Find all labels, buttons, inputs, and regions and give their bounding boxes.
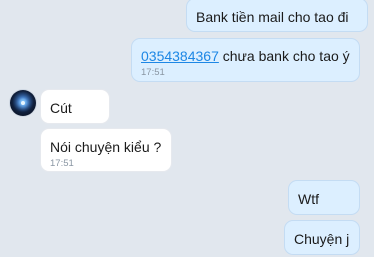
message-text: Wtf: [298, 191, 319, 207]
message-timestamp: 17:51: [141, 67, 165, 78]
message-text: chưa bank cho tao ý: [218, 48, 350, 64]
message-bubble-outgoing[interactable]: 0354384367 chưa bank cho tao ý 17:51: [131, 38, 360, 82]
message-text: Nói chuyện kiểu ?: [50, 139, 162, 155]
message-bubble-incoming[interactable]: Nói chuyện kiểu ? 17:51: [40, 128, 172, 172]
phone-number-link[interactable]: 0354384367: [141, 48, 219, 64]
avatar-glow: [21, 101, 25, 105]
message-text: Chuyện j: [294, 231, 350, 247]
message-bubble-outgoing[interactable]: Chuyện j: [284, 220, 360, 255]
message-bubble-incoming[interactable]: Cút: [40, 89, 110, 124]
message-bubble-outgoing[interactable]: Wtf: [288, 180, 360, 215]
message-text: Bank tiền mail cho tao đi: [196, 9, 349, 25]
message-bubble-outgoing[interactable]: Bank tiền mail cho tao đi: [186, 0, 368, 32]
message-text: Cút: [50, 100, 72, 116]
contact-avatar[interactable]: [10, 90, 36, 116]
message-timestamp: 17:51: [50, 158, 74, 169]
